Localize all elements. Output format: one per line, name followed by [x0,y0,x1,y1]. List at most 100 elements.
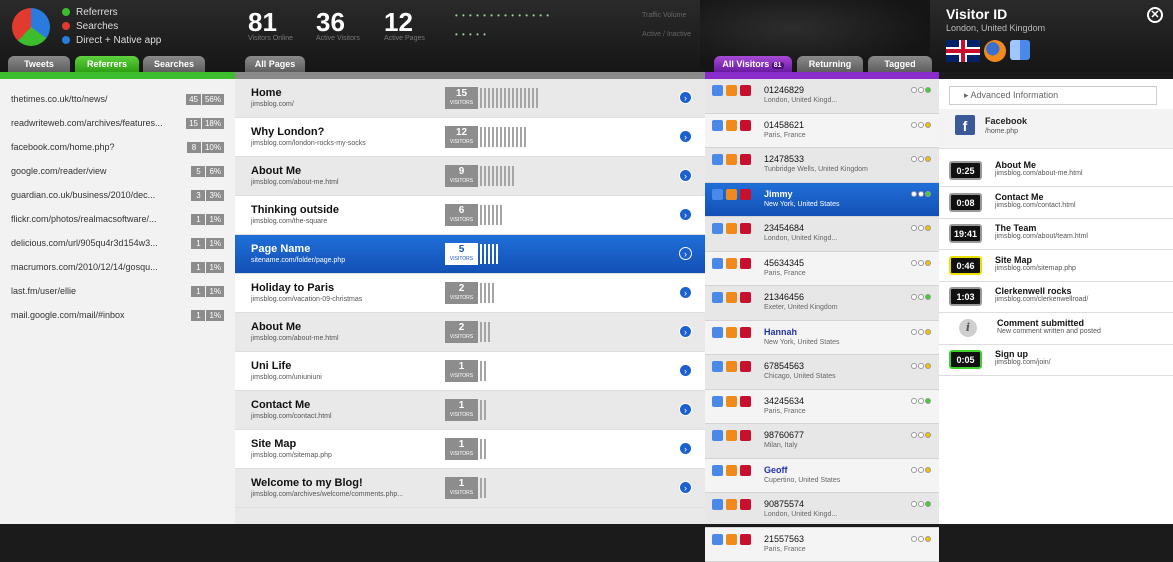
tab-tweets[interactable]: Tweets [8,56,70,72]
visit-event-row[interactable]: 0:08Contact Mejimsblog.com/contact.html [939,188,1173,219]
referrer-row[interactable]: flickr.com/photos/realmacsoftware/...11% [0,207,235,231]
page-row[interactable]: Uni Lifejimsblog.com/uniuniuni1VISITORS› [235,352,705,391]
arrow-right-icon[interactable]: › [679,91,692,104]
arrow-right-icon[interactable]: › [679,481,692,494]
page-count-number: 1 [445,360,478,373]
page-row[interactable]: Contact Mejimsblog.com/contact.html1VISI… [235,391,705,430]
visitor-row[interactable]: 21557563Paris, France [705,528,939,562]
arrow-right-icon[interactable]: › [679,403,692,416]
event-url: New comment written and posted [997,328,1101,335]
referrer-row[interactable]: readwriteweb.com/archives/features...151… [0,111,235,135]
arrow-right-icon[interactable]: › [679,286,692,299]
visitor-status-dots [911,87,931,93]
visitor-icons [712,499,751,510]
visitor-row[interactable]: GeoffCupertino, United States [705,459,939,494]
arrow-right-icon[interactable]: › [679,169,692,182]
tab-searches[interactable]: Searches [143,56,205,72]
referrer-row[interactable]: google.com/reader/view56% [0,159,235,183]
flag-icon [740,154,751,165]
page-count-number: 9 [445,165,478,178]
activity-bar [508,127,510,147]
visit-event-row[interactable]: iComment submittedNew comment written an… [939,314,1173,345]
page-name: Contact Me [251,399,310,411]
visitor-location: Tunbridge Wells, United Kingdom [764,166,868,173]
arrow-right-icon[interactable]: › [679,442,692,455]
visit-event-row[interactable]: 1:03Clerkenwell rocksjimsblog.com/clerke… [939,282,1173,313]
activity-bar [488,244,490,264]
tab-all-visitors[interactable]: All Visitors 81 [714,56,792,72]
tab-returning[interactable]: Returning [797,56,863,72]
advanced-information-toggle[interactable]: ▸ Advanced Information [949,86,1157,105]
visitor-row[interactable]: HannahNew York, United States [705,321,939,356]
referrer-row[interactable]: mail.google.com/mail/#inbox11% [0,303,235,327]
visitor-row[interactable]: JimmyNew York, United States [705,183,939,218]
page-row[interactable]: About Mejimsblog.com/about-me.html9VISIT… [235,157,705,196]
visitor-status-dots [911,225,931,231]
activity-bar [484,478,486,498]
os-icon [712,154,723,165]
page-name: Welcome to my Blog! [251,477,363,489]
visit-event-row[interactable]: 0:46Site Mapjimsblog.com/sitemap.php [939,251,1173,282]
visitor-row[interactable]: 12478533Tunbridge Wells, United Kingdom [705,148,939,183]
arrow-right-icon[interactable]: › [679,247,692,260]
page-row[interactable]: Site Mapjimsblog.com/sitemap.php1VISITOR… [235,430,705,469]
referrer-row[interactable]: thetimes.co.uk/tto/news/4556% [0,87,235,111]
visitor-row[interactable]: 01246829London, United Kingd... [705,79,939,114]
referrer-percent: 18% [202,118,224,129]
page-row[interactable]: Homejimsblog.com/15VISITORS› [235,79,705,118]
arrow-right-icon[interactable]: › [679,130,692,143]
visitor-row[interactable]: 67854563Chicago, United States [705,355,939,390]
visitor-location: London, United Kingdom [946,23,1045,33]
tab-all-pages[interactable]: All Pages [245,56,305,72]
visit-event-row[interactable]: 0:05Sign upjimsblog.com/join/ [939,345,1173,376]
visitor-row[interactable]: 45634345Paris, France [705,252,939,287]
browser-icon [726,258,737,269]
referrer-visits: 1 [191,214,205,225]
visitor-row[interactable]: 90875574London, United Kingd... [705,493,939,528]
tab-referrers[interactable]: Referrers [75,56,139,72]
page-row[interactable]: About Mejimsblog.com/about-me.html2VISIT… [235,313,705,352]
referrer-row[interactable]: last.fm/user/ellie11% [0,279,235,303]
visitor-row[interactable]: 23454684London, United Kingd... [705,217,939,252]
flag-icon [740,396,751,407]
page-row[interactable]: Page Namesitename.com/folder/page.php5VI… [235,235,705,274]
arrow-right-icon[interactable]: › [679,325,692,338]
referrer-row[interactable]: macrumors.com/2010/12/14/gosqu...11% [0,255,235,279]
referrer-row[interactable]: delicious.com/url/905qu4r3d154w3...11% [0,231,235,255]
flag-icon [740,361,751,372]
visitor-row[interactable]: 98760677Milan, Italy [705,424,939,459]
visit-event-row[interactable]: 19:41The Teamjimsblog.com/about/team.htm… [939,219,1173,250]
visitor-id: 01458621 [764,120,804,130]
referrer-row[interactable]: guardian.co.uk/business/2010/dec...33% [0,183,235,207]
page-row[interactable]: Welcome to my Blog!jimsblog.com/archives… [235,469,705,508]
visit-event-row[interactable]: 0:25About Mejimsblog.com/about-me.html [939,156,1173,187]
page-url: jimsblog.com/sitemap.php [251,452,332,459]
arrow-right-icon[interactable]: › [679,364,692,377]
referrer-row[interactable]: facebook.com/home.php?810% [0,135,235,159]
visitor-row[interactable]: 21346456Exeter, United Kingdom [705,286,939,321]
close-icon[interactable]: ✕ [1147,7,1163,23]
event-url: jimsblog.com/sitemap.php [995,265,1076,272]
os-icon [712,327,723,338]
status-dot [925,122,931,128]
page-url: jimsblog.com/contact.html [251,413,332,420]
browser-icon [726,499,737,510]
referrer-url: delicious.com/url/905qu4r3d154w3... [11,238,158,248]
arrow-right-icon[interactable]: › [679,208,692,221]
visitor-id: 45634345 [764,258,804,268]
page-row[interactable]: Why London?jimsblog.com/london-rocks-my-… [235,118,705,157]
event-info: Contact Mejimsblog.com/contact.html [995,192,1076,209]
os-icon [712,430,723,441]
browser-icon [726,223,737,234]
visitor-status-dots [911,536,931,542]
page-row[interactable]: Holiday to Parisjimsblog.com/vacation-09… [235,274,705,313]
referrer-url: mail.google.com/mail/#inbox [11,310,125,320]
visitor-row[interactable]: 01458621Paris, France [705,114,939,149]
tab-tagged[interactable]: Tagged [868,56,932,72]
page-row[interactable]: Thinking outsidejimsblog.com/the-square6… [235,196,705,235]
status-dot [925,432,931,438]
visitor-id: 23454684 [764,223,804,233]
visitor-row[interactable]: 34245634Paris, France [705,390,939,425]
page-count-label: VISITORS [445,178,478,185]
traffic-volume-dots: • • • • • • • • • • • • • • [455,11,550,20]
